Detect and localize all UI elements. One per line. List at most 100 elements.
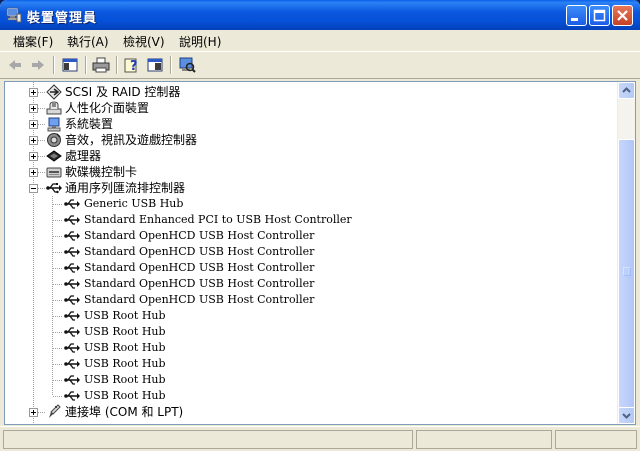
- arrow-down-icon: [622, 413, 631, 419]
- processor-icon: [46, 150, 62, 162]
- device-label: Generic USB Hub: [84, 197, 184, 210]
- usb-device-icon: [64, 263, 80, 273]
- properties-button[interactable]: [145, 55, 165, 75]
- expand-icon[interactable]: [29, 408, 38, 417]
- tree-device-row[interactable]: Standard OpenHCD USB Host Controller: [5, 244, 405, 260]
- usb-device-icon: [64, 295, 80, 305]
- expand-icon[interactable]: [29, 152, 38, 161]
- properties-help-icon: ?: [124, 58, 138, 74]
- scan-hardware-button[interactable]: [177, 55, 197, 75]
- tree-device-row[interactable]: Standard OpenHCD USB Host Controller: [5, 228, 405, 244]
- tree-device-row[interactable]: Standard OpenHCD USB Host Controller: [5, 292, 405, 308]
- usb-device-icon: [64, 231, 80, 241]
- minimize-icon: [571, 18, 578, 21]
- device-label: Standard OpenHCD USB Host Controller: [84, 245, 315, 258]
- audio-icon: [47, 133, 61, 147]
- device-manager-icon: [6, 7, 22, 23]
- scan-hardware-icon: [179, 57, 196, 73]
- print-button[interactable]: [91, 55, 111, 75]
- expand-icon[interactable]: [29, 136, 38, 145]
- scroll-thumb[interactable]: [618, 139, 635, 409]
- scroll-down-button[interactable]: [618, 407, 635, 424]
- status-bar: [0, 426, 640, 451]
- category-label: 處理器: [65, 149, 102, 163]
- arrow-up-icon: [622, 87, 631, 93]
- show-hide-console-tree-icon: [62, 58, 78, 72]
- grip-icon: [623, 267, 631, 276]
- category-label: 系統裝置: [65, 117, 114, 131]
- menu-bar: 檔案(F) 執行(A) 檢視(V) 說明(H): [0, 30, 640, 52]
- tree-device-row[interactable]: Standard OpenHCD USB Host Controller: [5, 276, 405, 292]
- expand-icon[interactable]: [29, 104, 38, 113]
- close-icon: [617, 10, 628, 21]
- device-label: USB Root Hub: [84, 325, 166, 338]
- device-label: USB Root Hub: [84, 357, 166, 370]
- tree-category-system[interactable]: 系統裝置: [5, 116, 405, 132]
- tree-device-row[interactable]: USB Root Hub: [5, 324, 405, 340]
- toolbar-separator: [170, 56, 172, 74]
- device-label: Standard OpenHCD USB Host Controller: [84, 293, 315, 306]
- device-label: USB Root Hub: [84, 389, 166, 402]
- tree-category-scsi[interactable]: SCSI 及 RAID 控制器: [5, 84, 405, 100]
- tree-device-row[interactable]: USB Root Hub: [5, 388, 405, 404]
- menu-file[interactable]: 檔案(F): [13, 33, 53, 50]
- show-hide-tree-button[interactable]: [60, 55, 80, 75]
- menu-help[interactable]: 說明(H): [179, 33, 221, 50]
- back-button[interactable]: [5, 55, 25, 75]
- minimize-button[interactable]: [566, 5, 587, 26]
- maximize-icon: [593, 9, 606, 22]
- tree-category-processor[interactable]: 處理器: [5, 148, 405, 164]
- usb-device-icon: [64, 375, 80, 385]
- floppy-controller-icon: [46, 167, 62, 178]
- back-arrow-icon: [9, 60, 21, 70]
- tree-category-hid[interactable]: 人性化介面裝置: [5, 100, 405, 116]
- category-label: 通用序列匯流排控制器: [65, 181, 186, 195]
- toolbar-separator: [116, 56, 118, 74]
- toolbar-separator: [53, 56, 55, 74]
- window-title: 裝置管理員: [27, 11, 98, 26]
- maximize-button[interactable]: [589, 5, 610, 26]
- device-label: USB Root Hub: [84, 341, 166, 354]
- usb-device-icon: [64, 327, 80, 337]
- menu-action[interactable]: 執行(A): [67, 33, 109, 50]
- category-label: 連接埠 (COM 和 LPT): [65, 405, 184, 419]
- svg-text:?: ?: [130, 59, 138, 74]
- device-label: Standard OpenHCD USB Host Controller: [84, 261, 315, 274]
- tree-device-row[interactable]: Standard Enhanced PCI to USB Host Contro…: [5, 212, 405, 228]
- tree-device-row[interactable]: USB Root Hub: [5, 372, 405, 388]
- title-bar[interactable]: 裝置管理員: [0, 0, 640, 30]
- tree-category-audio[interactable]: 音效，視訊及遊戲控制器: [5, 132, 405, 148]
- usb-device-icon: [64, 343, 80, 353]
- status-pane-main: [3, 430, 413, 449]
- toolbar: ?: [0, 52, 640, 79]
- collapse-icon[interactable]: [29, 184, 38, 193]
- usb-device-icon: [64, 391, 80, 401]
- forward-button[interactable]: [28, 55, 48, 75]
- help-button[interactable]: ?: [122, 55, 142, 75]
- usb-device-icon: [64, 199, 80, 209]
- usb-icon: [46, 183, 62, 194]
- tree-device-row[interactable]: USB Root Hub: [5, 356, 405, 372]
- expand-icon[interactable]: [29, 88, 38, 97]
- vertical-scrollbar[interactable]: [617, 82, 635, 424]
- device-tree-panel[interactable]: SCSI 及 RAID 控制器 人性化介面裝置 系統裝置 音效，視訊及遊戲控制器…: [4, 81, 636, 425]
- system-device-icon: [47, 117, 61, 132]
- status-pane-tertiary: [555, 430, 637, 449]
- device-label: Standard OpenHCD USB Host Controller: [84, 229, 315, 242]
- expand-icon[interactable]: [29, 120, 38, 129]
- category-label: SCSI 及 RAID 控制器: [65, 85, 181, 99]
- tree-device-row[interactable]: USB Root Hub: [5, 340, 405, 356]
- expand-icon[interactable]: [29, 168, 38, 177]
- tree-category-usb[interactable]: 通用序列匯流排控制器: [5, 180, 405, 196]
- tree-device-row[interactable]: Standard OpenHCD USB Host Controller: [5, 260, 405, 276]
- port-icon: [49, 404, 61, 418]
- close-button[interactable]: [612, 5, 633, 26]
- scroll-up-button[interactable]: [618, 82, 635, 99]
- menu-view[interactable]: 檢視(V): [123, 33, 165, 50]
- properties-icon: [147, 58, 163, 72]
- tree-category-floppy[interactable]: 軟碟機控制卡: [5, 164, 405, 180]
- category-label: 人性化介面裝置: [65, 101, 150, 115]
- tree-device-row[interactable]: USB Root Hub: [5, 308, 405, 324]
- tree-device-row[interactable]: Generic USB Hub: [5, 196, 405, 212]
- tree-category-ports[interactable]: 連接埠 (COM 和 LPT): [5, 404, 405, 420]
